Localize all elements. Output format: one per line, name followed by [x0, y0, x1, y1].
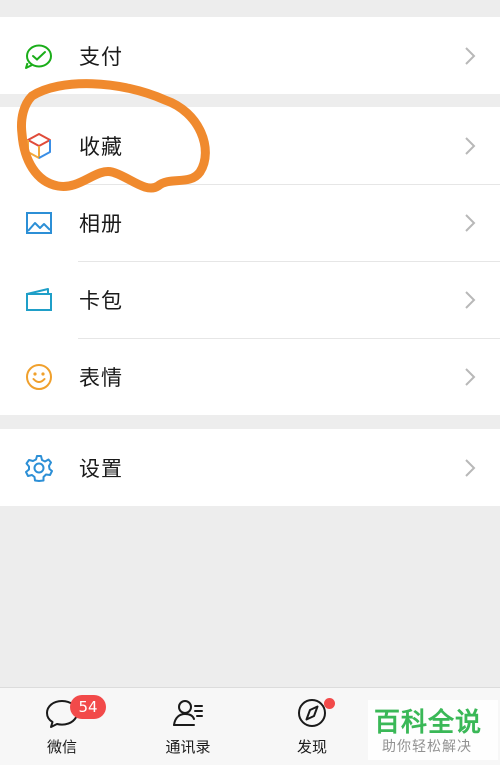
smiley-icon — [24, 362, 54, 392]
menu-item-label: 设置 — [79, 456, 123, 481]
tab-contacts[interactable]: 通讯录 — [148, 688, 228, 765]
unread-badge: 54 — [70, 695, 106, 719]
cube-favorites-icon — [24, 131, 54, 161]
menu-item-label: 卡包 — [79, 288, 123, 313]
chevron-right-icon — [464, 367, 476, 387]
menu-item-favorites[interactable]: 收藏 — [0, 107, 500, 184]
chevron-right-icon — [464, 213, 476, 233]
chevron-right-icon — [464, 458, 476, 478]
chevron-right-icon — [464, 136, 476, 156]
menu-item-label: 相册 — [79, 211, 123, 236]
watermark-subtitle: 助你轻松解决 — [382, 739, 472, 755]
tab-discover[interactable]: 发现 — [272, 688, 352, 765]
gear-icon — [24, 453, 54, 483]
menu-item-card-wallet[interactable]: 卡包 — [0, 261, 500, 338]
photo-album-icon — [24, 208, 54, 238]
tab-label: 微信 — [46, 738, 77, 756]
tab-label: 发现 — [296, 738, 327, 756]
notification-dot — [324, 698, 335, 709]
menu-item-label: 支付 — [79, 44, 123, 69]
menu-item-label: 表情 — [79, 365, 123, 390]
watermark: 百科全说 助你轻松解决 — [368, 700, 498, 760]
tab-label: 通讯录 — [165, 738, 211, 756]
card-wallet-icon — [24, 285, 54, 315]
wallet-payment-icon — [24, 41, 54, 71]
contacts-icon — [170, 696, 206, 730]
menu-item-settings[interactable]: 设置 — [0, 429, 500, 506]
menu-group-settings: 设置 — [0, 429, 500, 506]
menu-item-album[interactable]: 相册 — [0, 184, 500, 261]
chevron-right-icon — [464, 46, 476, 66]
watermark-title: 百科全说 — [374, 708, 483, 738]
menu-item-label: 收藏 — [79, 134, 123, 159]
menu-item-stickers[interactable]: 表情 — [0, 338, 500, 415]
chevron-right-icon — [464, 290, 476, 310]
menu-group-payment: 支付 — [0, 17, 500, 94]
menu-group-main: 收藏 相册 卡包 表情 — [0, 107, 500, 415]
menu-item-payment[interactable]: 支付 — [0, 17, 500, 94]
